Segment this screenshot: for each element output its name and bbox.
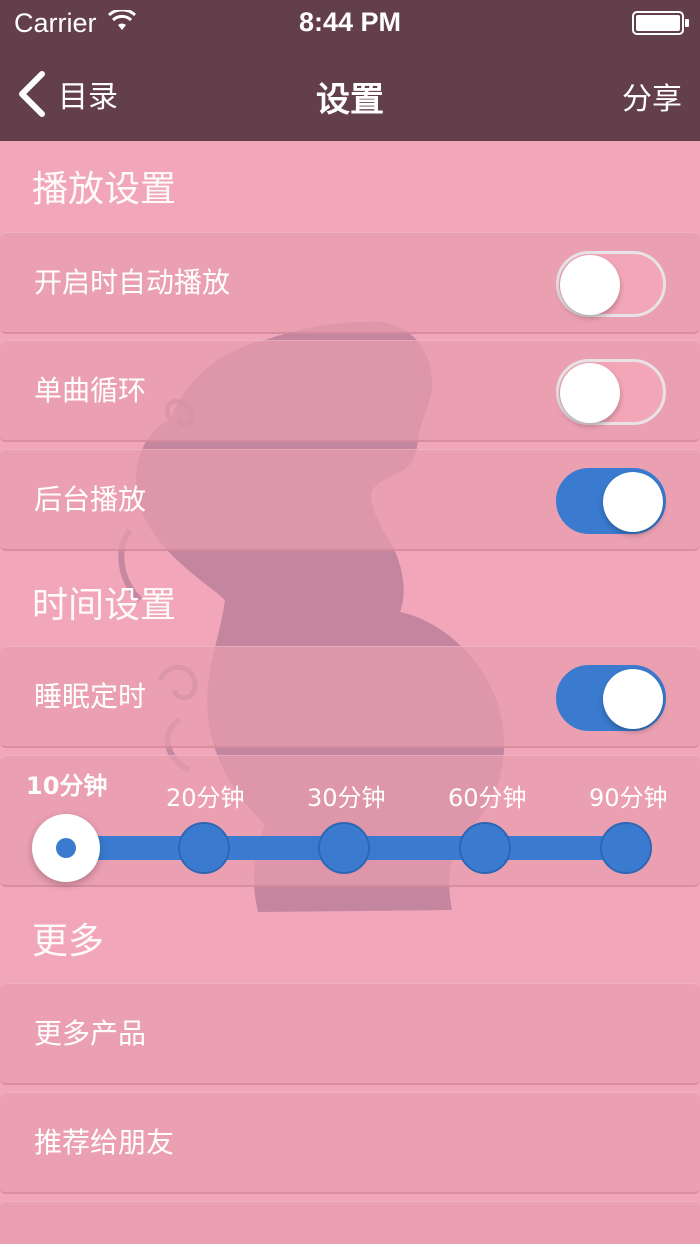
menu-label: 更多产品: [34, 1017, 147, 1050]
back-label: 目录: [58, 80, 118, 115]
section-title-more: 更多: [32, 921, 105, 962]
background-play-toggle[interactable]: [556, 468, 666, 534]
timer-slider-row: 10分钟 20分钟 30分钟 60分钟 90分钟: [0, 755, 700, 887]
timer-slider-thumb[interactable]: [32, 814, 100, 882]
setting-label: 睡眠定时: [34, 680, 147, 713]
section-title-time: 时间设置: [32, 585, 177, 626]
toggle-knob: [560, 363, 620, 423]
setting-label: 开启时自动播放: [34, 266, 231, 299]
section-title-playback: 播放设置: [32, 169, 177, 210]
navigation-bar: 目录 设置 分享: [0, 46, 700, 141]
timer-slider-stop-20[interactable]: [178, 822, 230, 874]
app-header: Carrier 8:44 PM 目录 设置 分享: [0, 0, 700, 141]
sleep-timer-toggle[interactable]: [556, 665, 666, 731]
timer-slider-stop-60[interactable]: [459, 822, 511, 874]
timer-option-label: 90分钟: [589, 784, 668, 812]
toggle-knob: [603, 669, 663, 729]
chevron-left-icon: [19, 71, 45, 117]
back-button[interactable]: 目录: [16, 68, 118, 120]
setting-row-repeat-one: 单曲循环: [0, 340, 700, 442]
timer-option-label: 10分钟: [26, 772, 108, 800]
timer-slider-stop-30[interactable]: [318, 822, 370, 874]
more-row-recommend[interactable]: 推荐给朋友: [0, 1092, 700, 1194]
share-button[interactable]: 分享: [622, 74, 682, 118]
setting-row-background-play: 后台播放: [0, 449, 700, 551]
setting-row-autoplay: 开启时自动播放: [0, 232, 700, 334]
setting-label: 单曲循环: [34, 374, 147, 407]
timer-option-label: 20分钟: [166, 784, 245, 812]
more-row-more-products[interactable]: 更多产品: [0, 983, 700, 1085]
toggle-knob: [603, 472, 663, 532]
autoplay-toggle[interactable]: [556, 251, 666, 317]
menu-label: 推荐给朋友: [34, 1126, 175, 1159]
battery-icon: [632, 11, 689, 35]
setting-row-sleep-timer: 睡眠定时: [0, 646, 700, 748]
setting-label: 后台播放: [34, 483, 147, 516]
timer-option-label: 30分钟: [307, 784, 386, 812]
slider-thumb-dot: [56, 838, 76, 858]
timer-option-label: 60分钟: [448, 784, 527, 812]
timer-slider-stop-90[interactable]: [600, 822, 652, 874]
more-row-partial[interactable]: [0, 1201, 700, 1244]
status-bar: Carrier 8:44 PM: [0, 0, 700, 46]
toggle-knob: [560, 255, 620, 315]
repeat-one-toggle[interactable]: [556, 359, 666, 425]
status-time: 8:44 PM: [298, 7, 402, 37]
